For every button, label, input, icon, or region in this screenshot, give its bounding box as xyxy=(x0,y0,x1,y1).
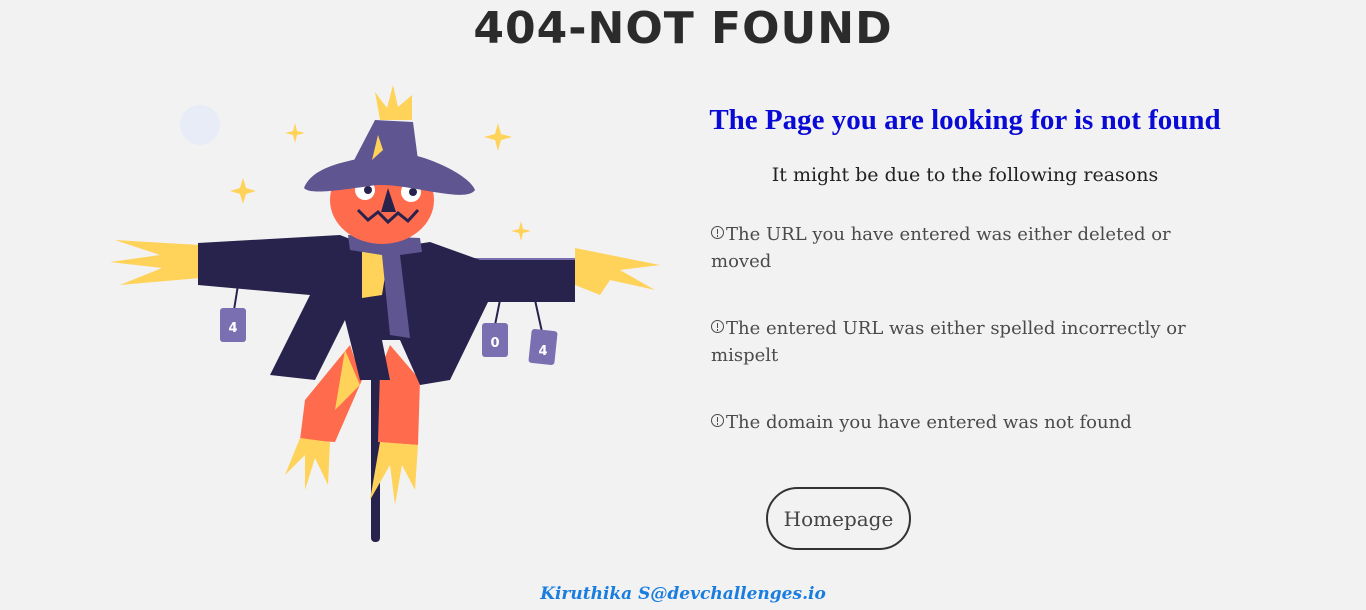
can-4-right: 4 xyxy=(528,329,558,365)
reason-item: The domain you have entered was not foun… xyxy=(711,409,1191,436)
alert-circle-icon xyxy=(711,226,724,239)
can-0: 0 xyxy=(482,323,508,357)
reason-text: The entered URL was either spelled incor… xyxy=(711,318,1186,366)
reasons-list: The URL you have entered was either dele… xyxy=(711,221,1191,436)
alert-circle-icon xyxy=(711,414,724,427)
main-content: The Page you are looking for is not foun… xyxy=(690,95,1240,476)
can-label: 0 xyxy=(490,336,499,351)
alert-circle-icon xyxy=(711,320,724,333)
reason-item: The entered URL was either spelled incor… xyxy=(711,315,1191,369)
reason-text: The domain you have entered was not foun… xyxy=(726,412,1132,433)
page-subtitle: The Page you are looking for is not foun… xyxy=(709,104,1221,136)
scarecrow-illustration: 4 0 4 xyxy=(110,85,660,542)
homepage-button[interactable]: Homepage xyxy=(766,487,911,550)
can-label: 4 xyxy=(538,344,547,359)
moon-icon xyxy=(180,105,220,145)
reasons-heading: It might be due to the following reasons xyxy=(771,164,1159,186)
can-label: 4 xyxy=(228,321,237,336)
footer-credit-link[interactable]: Kiruthika S@devchallenges.io xyxy=(0,582,1366,606)
reason-text: The URL you have entered was either dele… xyxy=(711,224,1171,272)
can-4-left: 4 xyxy=(220,308,246,342)
page-title: 404-NOT FOUND xyxy=(473,3,893,54)
page: 404-NOT FOUND 4 0 4 The Page you are loo… xyxy=(0,0,1366,610)
reason-item: The URL you have entered was either dele… xyxy=(711,221,1191,275)
